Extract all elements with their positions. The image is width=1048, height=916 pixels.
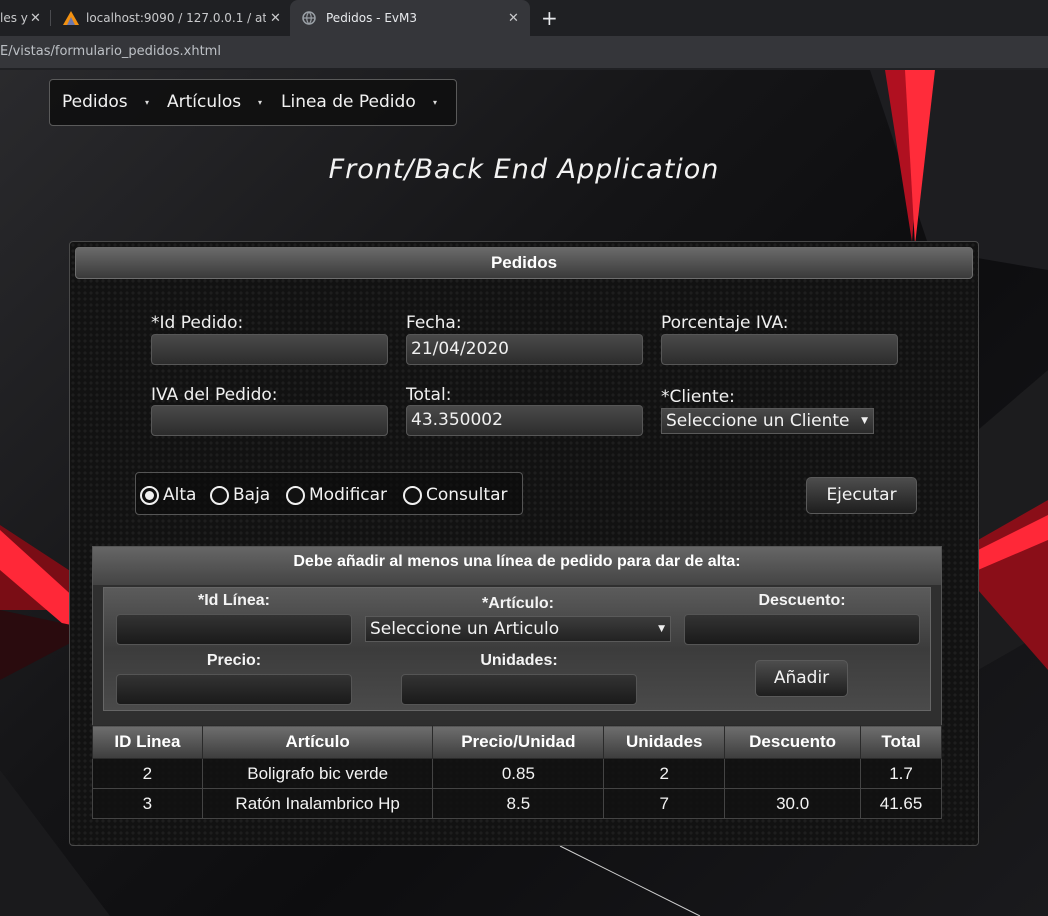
iva-pedido-label: IVA del Pedido: xyxy=(151,385,278,405)
column-header[interactable]: Descuento xyxy=(724,725,862,759)
total-input[interactable]: 43.350002 xyxy=(406,405,643,436)
table-cell: Ratón Inalambrico Hp xyxy=(201,788,434,819)
chevron-down-icon[interactable]: ▾ xyxy=(433,98,437,107)
close-icon[interactable]: ✕ xyxy=(270,11,281,26)
cliente-label: *Cliente: xyxy=(661,387,735,407)
table-cell xyxy=(724,758,862,789)
menu-articulos[interactable]: Artículos xyxy=(167,92,241,112)
browser-tab[interactable]: les y ✕ xyxy=(0,0,47,36)
table-row[interactable]: 3 Ratón Inalambrico Hp 8.5 7 30.0 41.65 xyxy=(92,788,942,819)
table-cell: 30.0 xyxy=(724,788,862,819)
table-cell: 0.85 xyxy=(432,758,605,789)
radio-label[interactable]: Modificar xyxy=(309,485,387,505)
globe-icon xyxy=(302,11,316,25)
radio-label[interactable]: Consultar xyxy=(426,485,507,505)
tab-title: les y xyxy=(0,11,28,25)
column-header[interactable]: Unidades xyxy=(603,725,726,759)
operation-radio-group: Alta Baja Modificar Consultar xyxy=(135,472,523,515)
radio-modificar[interactable]: Modificar xyxy=(286,485,387,505)
browser-tab-active[interactable]: Pedidos - EvM3 ✕ xyxy=(290,0,530,36)
app-title: Front/Back End Application xyxy=(328,154,720,185)
linea-pedido-form: *Id Línea: *Artículo: Seleccione un Arti… xyxy=(103,587,931,711)
unidades-input[interactable] xyxy=(401,674,637,705)
panel-title: Pedidos xyxy=(75,247,973,279)
table-cell: 8.5 xyxy=(432,788,605,819)
column-header[interactable]: Total xyxy=(860,725,942,759)
chevron-down-icon: ▼ xyxy=(861,416,868,426)
radio-alta[interactable]: Alta xyxy=(140,485,196,505)
radio-unchecked-icon[interactable] xyxy=(403,485,422,505)
porcentaje-iva-label: Porcentaje IVA: xyxy=(661,313,789,333)
articulo-label: *Artículo: xyxy=(482,595,554,612)
table-cell: 1.7 xyxy=(860,758,942,789)
chevron-down-icon[interactable]: ▾ xyxy=(145,98,149,107)
unidades-label: Unidades: xyxy=(480,652,558,669)
linea-pedido-box: Debe añadir al menos una línea de pedido… xyxy=(92,546,942,726)
browser-tab[interactable]: localhost:9090 / 127.0.0.1 / atrium ✕ xyxy=(52,0,288,36)
phpmyadmin-icon xyxy=(63,11,79,25)
pedidos-panel: Pedidos *Id Pedido: Fecha: 21/04/2020 Po… xyxy=(69,241,979,846)
precio-input[interactable] xyxy=(116,674,352,705)
table-cell: 2 xyxy=(603,758,726,789)
new-tab-icon[interactable]: + xyxy=(541,6,558,30)
menu-linea-pedido[interactable]: Linea de Pedido xyxy=(281,92,416,112)
cliente-select-value: Seleccione un Cliente xyxy=(666,411,850,431)
radio-label[interactable]: Baja xyxy=(233,485,270,505)
radio-checked-icon[interactable] xyxy=(140,485,159,505)
address-bar[interactable]: E/vistas/formulario_pedidos.xhtml xyxy=(0,36,1048,68)
tab-title: localhost:9090 / 127.0.0.1 / atrium xyxy=(86,11,266,25)
close-icon[interactable]: ✕ xyxy=(508,11,519,26)
id-pedido-input[interactable] xyxy=(151,334,388,365)
column-header[interactable]: ID Linea xyxy=(92,725,203,759)
url-text[interactable]: E/vistas/formulario_pedidos.xhtml xyxy=(0,44,221,59)
close-icon[interactable]: ✕ xyxy=(30,11,41,26)
fecha-label: Fecha: xyxy=(406,313,462,333)
porcentaje-iva-input[interactable] xyxy=(661,334,898,365)
column-header[interactable]: Artículo xyxy=(201,725,434,759)
total-label: Total: xyxy=(406,385,452,405)
fecha-input[interactable]: 21/04/2020 xyxy=(406,334,643,365)
radio-unchecked-icon[interactable] xyxy=(210,485,229,505)
anadir-button[interactable]: Añadir xyxy=(755,660,848,697)
cliente-select[interactable]: Seleccione un Cliente ▼ xyxy=(661,408,874,434)
radio-baja[interactable]: Baja xyxy=(210,485,270,505)
chevron-down-icon: ▼ xyxy=(658,624,665,634)
descuento-input[interactable] xyxy=(684,614,920,645)
table-cell: 7 xyxy=(603,788,726,819)
id-linea-label: *Id Línea: xyxy=(197,592,270,609)
lineas-table: ID Linea Artículo Precio/Unidad Unidades… xyxy=(92,725,942,819)
articulo-select-value: Seleccione un Articulo xyxy=(370,619,560,639)
id-pedido-label: *Id Pedido: xyxy=(151,313,244,333)
table-cell: 41.65 xyxy=(860,788,942,819)
radio-unchecked-icon[interactable] xyxy=(286,485,305,505)
table-cell: 3 xyxy=(92,788,203,819)
id-linea-input[interactable] xyxy=(116,614,352,645)
page-background: Pedidos ▾ Artículos ▾ Linea de Pedido ▾ … xyxy=(0,70,1048,916)
table-row[interactable]: 2 Boligrafo bic verde 0.85 2 1.7 xyxy=(92,758,942,789)
iva-pedido-input[interactable] xyxy=(151,405,388,436)
table-header-row: ID Linea Artículo Precio/Unidad Unidades… xyxy=(92,725,942,759)
chevron-down-icon[interactable]: ▾ xyxy=(258,98,262,107)
main-menubar: Pedidos ▾ Artículos ▾ Linea de Pedido ▾ xyxy=(49,79,457,126)
table-cell: Boligrafo bic verde xyxy=(201,758,434,789)
precio-label: Precio: xyxy=(206,652,262,669)
articulo-select[interactable]: Seleccione un Articulo ▼ xyxy=(365,616,671,642)
ejecutar-button[interactable]: Ejecutar xyxy=(806,477,917,514)
descuento-label: Descuento: xyxy=(758,592,846,609)
linea-pedido-header: Debe añadir al menos una línea de pedido… xyxy=(93,547,941,585)
table-cell: 2 xyxy=(92,758,203,789)
radio-consultar[interactable]: Consultar xyxy=(403,485,507,505)
menu-pedidos[interactable]: Pedidos xyxy=(62,92,128,112)
browser-tab-bar: les y ✕ localhost:9090 / 127.0.0.1 / atr… xyxy=(0,0,1048,36)
column-header[interactable]: Precio/Unidad xyxy=(432,725,605,759)
tab-title: Pedidos - EvM3 xyxy=(326,11,417,25)
radio-label[interactable]: Alta xyxy=(163,485,196,505)
